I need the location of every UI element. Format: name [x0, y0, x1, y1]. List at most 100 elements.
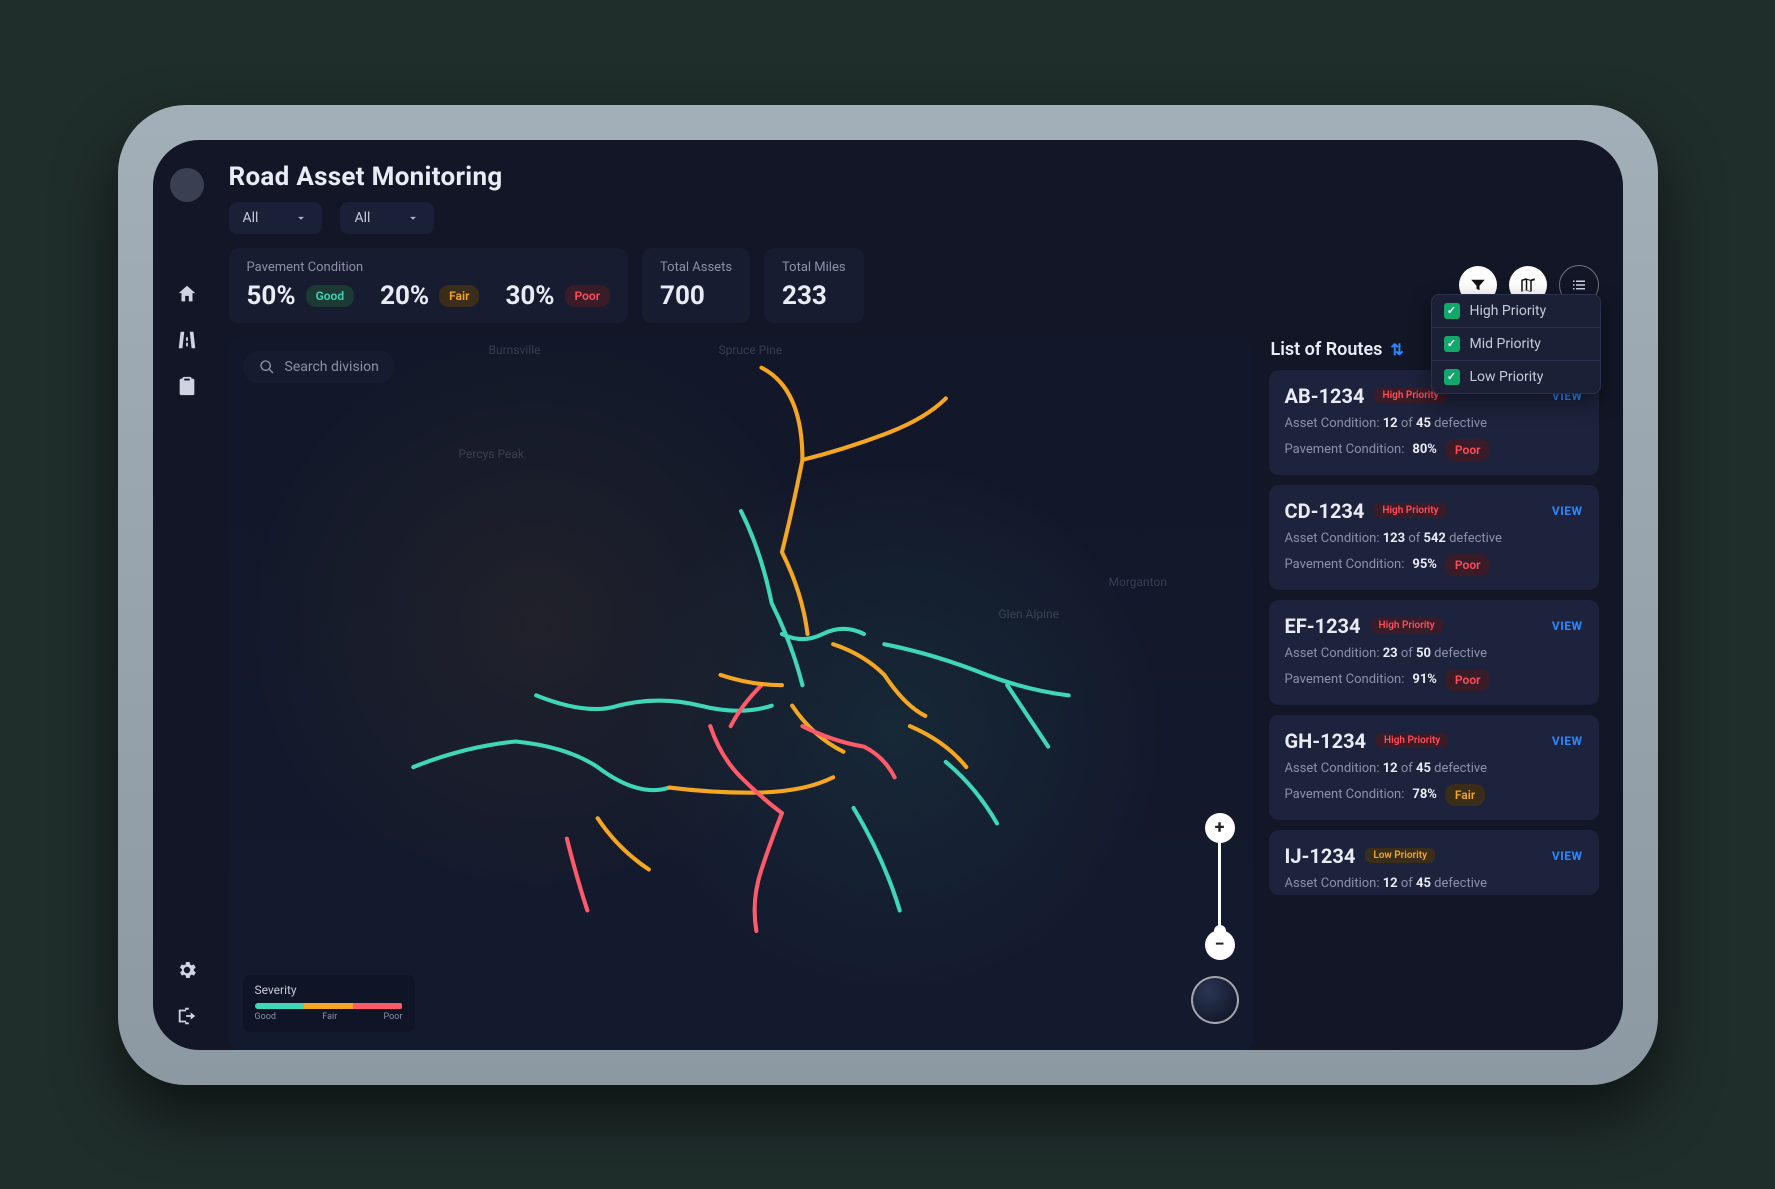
sort-icon[interactable]: ⇅ [1390, 340, 1403, 359]
route-id: IJ-1234 [1285, 844, 1356, 868]
search-input[interactable]: Search division [243, 351, 395, 383]
zoom-control: + − [1205, 813, 1235, 960]
priority-option-low[interactable]: ✓ Low Priority [1432, 360, 1600, 393]
checkbox-checked-icon: ✓ [1444, 369, 1460, 385]
zoom-in-button[interactable]: + [1205, 813, 1235, 843]
filter-select-2-value: All [354, 210, 370, 226]
app-window: Road Asset Monitoring All All Pavement C… [153, 140, 1623, 1050]
fair-badge: Fair [439, 285, 479, 307]
pavement-condition-text: Pavement Condition: 95% Poor [1285, 554, 1583, 576]
view-button[interactable]: VIEW [1552, 619, 1583, 633]
search-placeholder: Search division [285, 359, 379, 375]
map-roads [229, 337, 1253, 992]
filter-select-1[interactable]: All [229, 202, 323, 234]
globe-button[interactable] [1191, 976, 1239, 1024]
home-icon[interactable] [175, 282, 199, 306]
pavement-condition-label: Pavement Condition [247, 260, 611, 275]
fair-stat: 20% Fair [380, 281, 479, 311]
asset-condition-text: Asset Condition: 12 of 45 defective [1285, 761, 1583, 776]
checkbox-checked-icon: ✓ [1444, 336, 1460, 352]
filter-select-2[interactable]: All [340, 202, 434, 234]
route-card: IJ-1234 Low Priority VIEW Asset Conditio… [1269, 830, 1599, 895]
zoom-out-button[interactable]: − [1205, 930, 1235, 960]
good-pct: 50% [247, 281, 296, 311]
view-button[interactable]: VIEW [1552, 504, 1583, 518]
road-icon[interactable] [175, 328, 199, 352]
routes-panel: List of Routes ⇅ AB-1234 High Priority V… [1269, 337, 1599, 1050]
route-id: GH-1234 [1285, 729, 1367, 753]
route-id: CD-1234 [1285, 499, 1365, 523]
map-legend: Severity Good Fair Poor [243, 975, 415, 1032]
route-card: GH-1234 High Priority VIEW Asset Conditi… [1269, 715, 1599, 820]
content-area: Burnsville Spruce Pine Percys Peak Glen … [221, 337, 1599, 1050]
legend-bar [255, 1003, 403, 1009]
legend-poor: Poor [384, 1012, 403, 1022]
priority-high-label: High Priority [1470, 303, 1547, 319]
avatar[interactable] [170, 168, 204, 202]
pavement-status-badge: Fair [1445, 784, 1485, 806]
good-badge: Good [306, 285, 355, 307]
routes-heading-text: List of Routes [1271, 339, 1383, 360]
good-stat: 50% Good [247, 281, 355, 311]
map-icon [1519, 276, 1537, 294]
poor-stat: 30% Poor [505, 281, 610, 311]
asset-condition-text: Asset Condition: 123 of 542 defective [1285, 531, 1583, 546]
list-icon [1570, 276, 1588, 294]
priority-badge: Low Priority [1365, 848, 1435, 863]
asset-condition-text: Asset Condition: 12 of 45 defective [1285, 876, 1583, 891]
poor-pct: 30% [505, 281, 554, 311]
sidebar [153, 140, 221, 1050]
priority-low-label: Low Priority [1470, 369, 1544, 385]
main-content: Road Asset Monitoring All All Pavement C… [221, 140, 1623, 1050]
search-icon [259, 359, 275, 375]
priority-menu: ✓ High Priority ✓ Mid Priority ✓ Low Pri… [1431, 294, 1601, 394]
priority-mid-label: Mid Priority [1470, 336, 1541, 352]
asset-condition-text: Asset Condition: 23 of 50 defective [1285, 646, 1583, 661]
logout-icon[interactable] [175, 1004, 199, 1028]
pavement-condition-text: Pavement Condition: 91% Poor [1285, 669, 1583, 691]
route-list: AB-1234 High Priority VIEW Asset Conditi… [1269, 370, 1599, 1050]
priority-option-high[interactable]: ✓ High Priority [1432, 295, 1600, 327]
map[interactable]: Burnsville Spruce Pine Percys Peak Glen … [229, 337, 1253, 1050]
filter-selects: All All [229, 202, 1599, 234]
settings-icon[interactable] [175, 958, 199, 982]
tablet-frame: Road Asset Monitoring All All Pavement C… [118, 105, 1658, 1085]
priority-badge: High Priority [1374, 503, 1446, 518]
chevron-down-icon [294, 211, 308, 225]
poor-badge: Poor [565, 285, 611, 307]
pavement-status-badge: Poor [1445, 554, 1491, 576]
header: Road Asset Monitoring All All [221, 162, 1599, 234]
total-miles-label: Total Miles [782, 260, 846, 275]
fair-pct: 20% [380, 281, 429, 311]
total-assets-label: Total Assets [660, 260, 732, 275]
total-assets-card: Total Assets 700 [642, 248, 750, 323]
asset-condition-text: Asset Condition: 12 of 45 defective [1285, 416, 1583, 431]
pavement-status-badge: Poor [1445, 439, 1491, 461]
toolbar-actions: ✓ High Priority ✓ Mid Priority ✓ Low Pri… [1459, 248, 1599, 323]
view-button[interactable]: VIEW [1552, 849, 1583, 863]
route-card: EF-1234 High Priority VIEW Asset Conditi… [1269, 600, 1599, 705]
pavement-condition-text: Pavement Condition: 78% Fair [1285, 784, 1583, 806]
pavement-condition-card: Pavement Condition 50% Good 20% Fair 30%… [229, 248, 629, 323]
view-button[interactable]: VIEW [1552, 734, 1583, 748]
stats-row: Pavement Condition 50% Good 20% Fair 30%… [221, 248, 1599, 323]
legend-good: Good [255, 1012, 276, 1022]
clipboard-icon[interactable] [175, 374, 199, 398]
filter-select-1-value: All [243, 210, 259, 226]
legend-fair: Fair [322, 1012, 337, 1022]
legend-title: Severity [255, 983, 403, 997]
route-card: CD-1234 High Priority VIEW Asset Conditi… [1269, 485, 1599, 590]
route-id: EF-1234 [1285, 614, 1361, 638]
page-title: Road Asset Monitoring [229, 162, 1599, 192]
checkbox-checked-icon: ✓ [1444, 303, 1460, 319]
filter-icon [1469, 276, 1487, 294]
chevron-down-icon [406, 211, 420, 225]
zoom-track[interactable] [1218, 842, 1221, 932]
total-miles-card: Total Miles 233 [764, 248, 864, 323]
pavement-status-badge: Poor [1445, 669, 1491, 691]
total-assets-value: 700 [660, 281, 732, 311]
priority-option-mid[interactable]: ✓ Mid Priority [1432, 327, 1600, 360]
pavement-condition-text: Pavement Condition: 80% Poor [1285, 439, 1583, 461]
route-id: AB-1234 [1285, 384, 1365, 408]
priority-badge: High Priority [1371, 618, 1443, 633]
